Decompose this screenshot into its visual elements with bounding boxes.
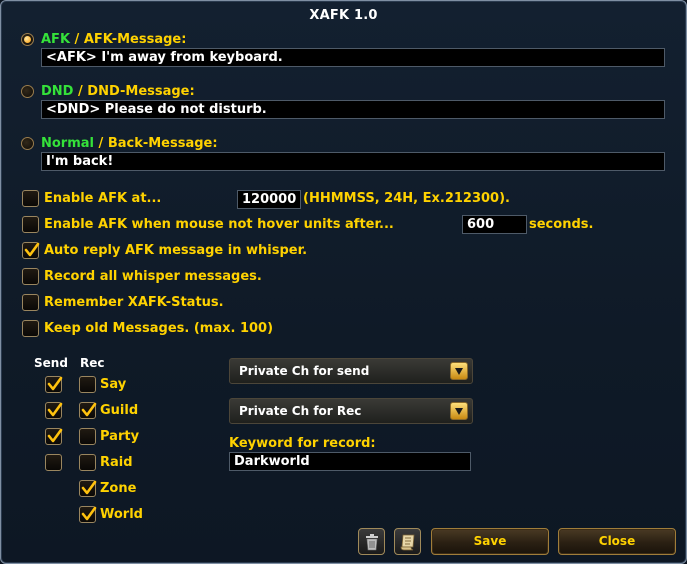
keyword-input[interactable]: Darkworld <box>229 452 471 471</box>
remember-status-label: Remember XAFK-Status. <box>44 295 224 310</box>
enable-afk-mouse-checkbox[interactable] <box>22 216 39 233</box>
checkmark-icon <box>47 376 63 391</box>
enable-afk-at-checkbox[interactable] <box>22 190 39 207</box>
record-whisper-label: Record all whisper messages. <box>44 269 262 284</box>
send-party-checkbox[interactable] <box>45 428 63 445</box>
delete-button[interactable] <box>358 528 385 555</box>
rec-guild-checkbox[interactable] <box>79 402 97 419</box>
keyword-label: Keyword for record: <box>229 436 376 451</box>
checkmark-icon <box>81 506 97 521</box>
auto-reply-checkbox[interactable] <box>22 242 40 259</box>
rec-zone-checkbox[interactable] <box>79 480 97 497</box>
checkmark-icon <box>81 480 97 495</box>
checkmark-icon <box>24 242 40 257</box>
remember-status-checkbox[interactable] <box>22 294 39 311</box>
rec-raid-checkbox[interactable] <box>79 454 96 471</box>
afk-seconds-input[interactable]: 600 <box>462 215 527 234</box>
send-channel-dropdown-value: Private Ch for send <box>239 364 370 378</box>
chevron-down-icon[interactable] <box>450 362 468 380</box>
send-raid-checkbox[interactable] <box>45 454 62 471</box>
close-button[interactable]: Close <box>558 528 676 555</box>
scroll-icon <box>400 534 415 551</box>
enable-afk-mouse-label: Enable AFK when mouse not hover units af… <box>44 217 394 232</box>
window-title: XAFK 1.0 <box>309 8 378 23</box>
rec-channel-dropdown-value: Private Ch for Rec <box>239 404 362 418</box>
channel-raid-label: Raid <box>100 455 133 470</box>
dnd-message-input[interactable]: <DND> Please do not disturb. <box>41 100 665 119</box>
afk-time-input[interactable]: 120000 <box>237 190 301 209</box>
afk-message-input[interactable]: <AFK> I'm away from keyboard. <box>41 48 665 67</box>
send-guild-checkbox[interactable] <box>45 402 63 419</box>
channel-party-label: Party <box>100 429 140 444</box>
rec-say-checkbox[interactable] <box>79 376 96 393</box>
dnd-radio[interactable] <box>21 85 34 98</box>
enable-afk-at-label: Enable AFK at... <box>44 191 162 206</box>
auto-reply-label: Auto reply AFK message in whisper. <box>44 243 308 258</box>
send-header: Send <box>34 356 68 370</box>
afk-label: AFK / AFK-Message: <box>41 32 187 47</box>
checkmark-icon <box>47 402 63 417</box>
send-channel-dropdown[interactable]: Private Ch for send <box>229 358 473 384</box>
record-whisper-checkbox[interactable] <box>22 268 39 285</box>
afk-seconds-unit: seconds. <box>529 217 594 232</box>
send-say-checkbox[interactable] <box>45 376 63 393</box>
channel-world-label: World <box>100 507 143 522</box>
back-message-input[interactable]: I'm back! <box>41 152 665 171</box>
checkmark-icon <box>47 428 63 443</box>
rec-header: Rec <box>80 356 105 370</box>
rec-world-checkbox[interactable] <box>79 506 97 523</box>
rec-party-checkbox[interactable] <box>79 428 96 445</box>
save-button[interactable]: Save <box>431 528 549 555</box>
keep-old-checkbox[interactable] <box>22 320 39 337</box>
chevron-down-icon[interactable] <box>450 402 468 420</box>
keep-old-label: Keep old Messages. (max. 100) <box>44 321 274 336</box>
log-button[interactable] <box>394 528 421 555</box>
channel-say-label: Say <box>100 377 127 392</box>
afk-time-hint: (HHMMSS, 24H, Ex.212300). <box>303 191 510 206</box>
dnd-label: DND / DND-Message: <box>41 84 195 99</box>
trash-icon <box>366 534 378 551</box>
xafk-window: XAFK 1.0 AFK / AFK-Message: <AFK> I'm aw… <box>0 0 687 564</box>
afk-radio[interactable] <box>21 33 34 46</box>
channel-zone-label: Zone <box>100 481 137 496</box>
rec-channel-dropdown[interactable]: Private Ch for Rec <box>229 398 473 424</box>
normal-label: Normal / Back-Message: <box>41 136 218 151</box>
checkmark-icon <box>81 402 97 417</box>
normal-radio[interactable] <box>21 137 34 150</box>
channel-guild-label: Guild <box>100 403 139 418</box>
